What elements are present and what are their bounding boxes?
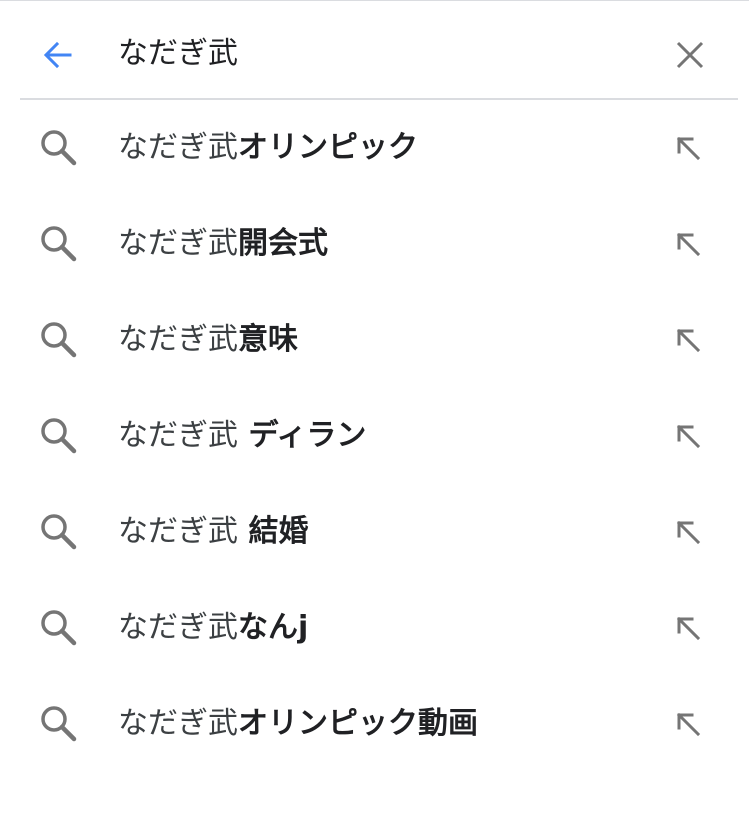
arrow-up-left-icon xyxy=(676,136,701,161)
arrow-up-left-icon xyxy=(676,712,701,737)
suggestion-completion: オリンピック xyxy=(238,130,418,165)
arrow-left-icon xyxy=(43,41,72,69)
suggestion-item[interactable]: なだぎ武なんj xyxy=(0,580,749,676)
fill-query-button[interactable] xyxy=(666,318,712,364)
arrow-up-left-icon xyxy=(676,424,701,449)
arrow-up-left-icon xyxy=(676,520,701,545)
search-icon xyxy=(41,322,77,358)
fill-query-button[interactable] xyxy=(666,510,712,556)
suggestion-text: なだぎ武 ディラン xyxy=(118,412,366,460)
suggestion-completion: なんj xyxy=(238,610,309,645)
suggestion-completion: 意味 xyxy=(238,322,298,357)
suggestion-base: なだぎ武 xyxy=(118,418,238,453)
suggestion-base: なだぎ武 xyxy=(118,130,238,165)
search-icon xyxy=(41,418,77,454)
suggestion-item[interactable]: なだぎ武意味 xyxy=(0,292,749,388)
suggestion-base: なだぎ武 xyxy=(118,322,238,357)
suggestion-completion: 開会式 xyxy=(238,226,328,261)
search-icon xyxy=(41,130,77,166)
suggestion-text: なだぎ武意味 xyxy=(118,316,298,364)
close-icon xyxy=(676,41,704,69)
clear-button[interactable] xyxy=(668,33,712,77)
arrow-up-left-icon xyxy=(676,328,701,353)
suggestion-text: なだぎ武オリンピック xyxy=(118,124,418,172)
fill-query-button[interactable] xyxy=(666,222,712,268)
suggestion-list: なだぎ武オリンピック なだぎ武開会式 なだぎ武意味 なだぎ武 ディラン なだぎ武… xyxy=(0,100,749,772)
suggestion-text: なだぎ武なんj xyxy=(118,604,308,652)
suggestion-completion: ディラン xyxy=(238,418,367,453)
arrow-up-left-icon xyxy=(676,616,701,641)
suggestion-base: なだぎ武 xyxy=(118,706,238,741)
suggestion-item[interactable]: なだぎ武 ディラン xyxy=(0,388,749,484)
suggestion-text: なだぎ武オリンピック動画 xyxy=(118,700,478,748)
fill-query-button[interactable] xyxy=(666,606,712,652)
back-button[interactable] xyxy=(36,33,80,77)
suggestion-completion: オリンピック動画 xyxy=(238,706,478,741)
suggestion-item[interactable]: なだぎ武オリンピック動画 xyxy=(0,676,749,772)
search-icon xyxy=(41,514,77,550)
search-input[interactable] xyxy=(118,29,638,79)
suggestion-text: なだぎ武 結婚 xyxy=(118,508,308,556)
search-icon xyxy=(41,706,77,742)
arrow-up-left-icon xyxy=(676,232,701,257)
search-icon xyxy=(41,226,77,262)
suggestion-base: なだぎ武 xyxy=(118,226,238,261)
fill-query-button[interactable] xyxy=(666,126,712,172)
fill-query-button[interactable] xyxy=(666,702,712,748)
suggestion-base: なだぎ武 xyxy=(118,514,238,549)
suggestion-item[interactable]: なだぎ武 結婚 xyxy=(0,484,749,580)
search-icon xyxy=(41,610,77,646)
suggestion-item[interactable]: なだぎ武オリンピック xyxy=(0,100,749,196)
fill-query-button[interactable] xyxy=(666,414,712,460)
search-bar xyxy=(0,1,749,99)
suggestion-text: なだぎ武開会式 xyxy=(118,220,328,268)
suggestion-base: なだぎ武 xyxy=(118,610,238,645)
suggestion-completion: 結婚 xyxy=(238,514,309,549)
suggestion-item[interactable]: なだぎ武開会式 xyxy=(0,196,749,292)
